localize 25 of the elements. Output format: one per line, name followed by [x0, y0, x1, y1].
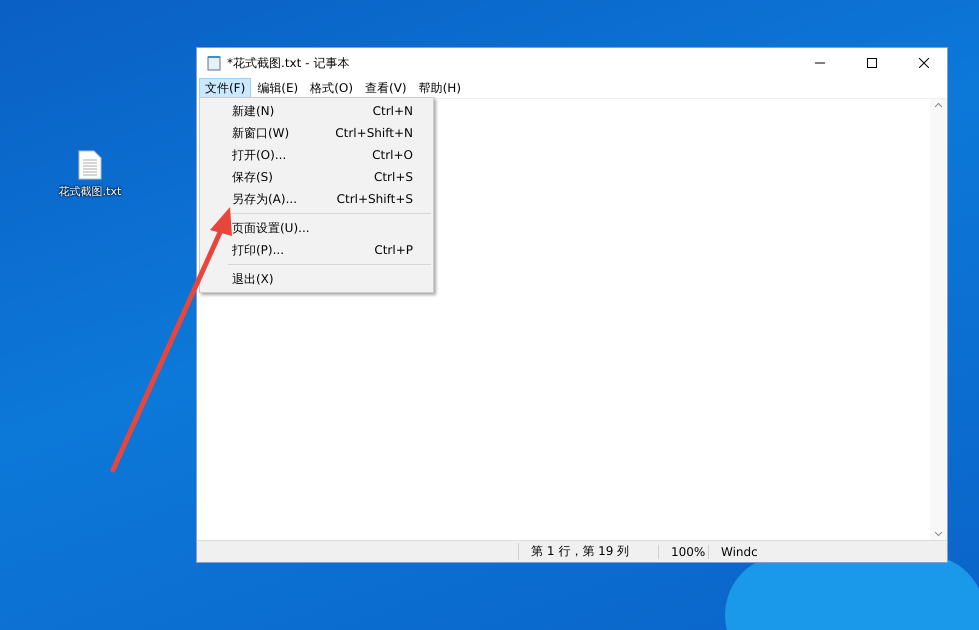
- zoom-level: 100%: [658, 544, 708, 558]
- encoding: Windc: [708, 544, 828, 558]
- menu-item[interactable]: 帮助(H): [412, 78, 467, 98]
- menu-entry[interactable]: 打印(P)... Ctrl+P: [200, 239, 433, 261]
- file-name[interactable]: 花式截图.txt: [58, 184, 122, 199]
- menu-entry[interactable]: 打开(O)... Ctrl+O: [200, 144, 433, 166]
- window-title: *花式截图.txt - 记事本: [227, 54, 350, 72]
- cursor-position: 第 1 行，第 19 列: [518, 543, 658, 560]
- menu-item[interactable]: 查看(V): [359, 78, 413, 98]
- menu-entry[interactable]: 新窗口(W) Ctrl+Shift+N: [200, 122, 433, 144]
- vertical-scrollbar[interactable]: [930, 99, 947, 540]
- close-icon: [919, 58, 929, 68]
- notepad-icon: [207, 55, 221, 71]
- menu-item[interactable]: 文件(F): [199, 78, 252, 98]
- menu-entry[interactable]: 保存(S) Ctrl+S: [200, 166, 433, 188]
- text-file-icon[interactable]: [78, 150, 102, 180]
- scroll-down-icon[interactable]: [934, 531, 943, 537]
- menu-entry[interactable]: 页面设置(U)...: [200, 217, 433, 239]
- scroll-up-icon[interactable]: [934, 102, 943, 108]
- menu-item[interactable]: 编辑(E): [251, 78, 304, 98]
- menu-entry[interactable]: 另存为(A)... Ctrl+Shift+S: [200, 188, 433, 210]
- maximize-icon: [867, 58, 877, 68]
- menu-entry[interactable]: 新建(N) Ctrl+N: [200, 100, 433, 122]
- menu-entry[interactable]: 退出(X): [200, 268, 433, 290]
- menu-item[interactable]: 格式(O): [304, 78, 360, 98]
